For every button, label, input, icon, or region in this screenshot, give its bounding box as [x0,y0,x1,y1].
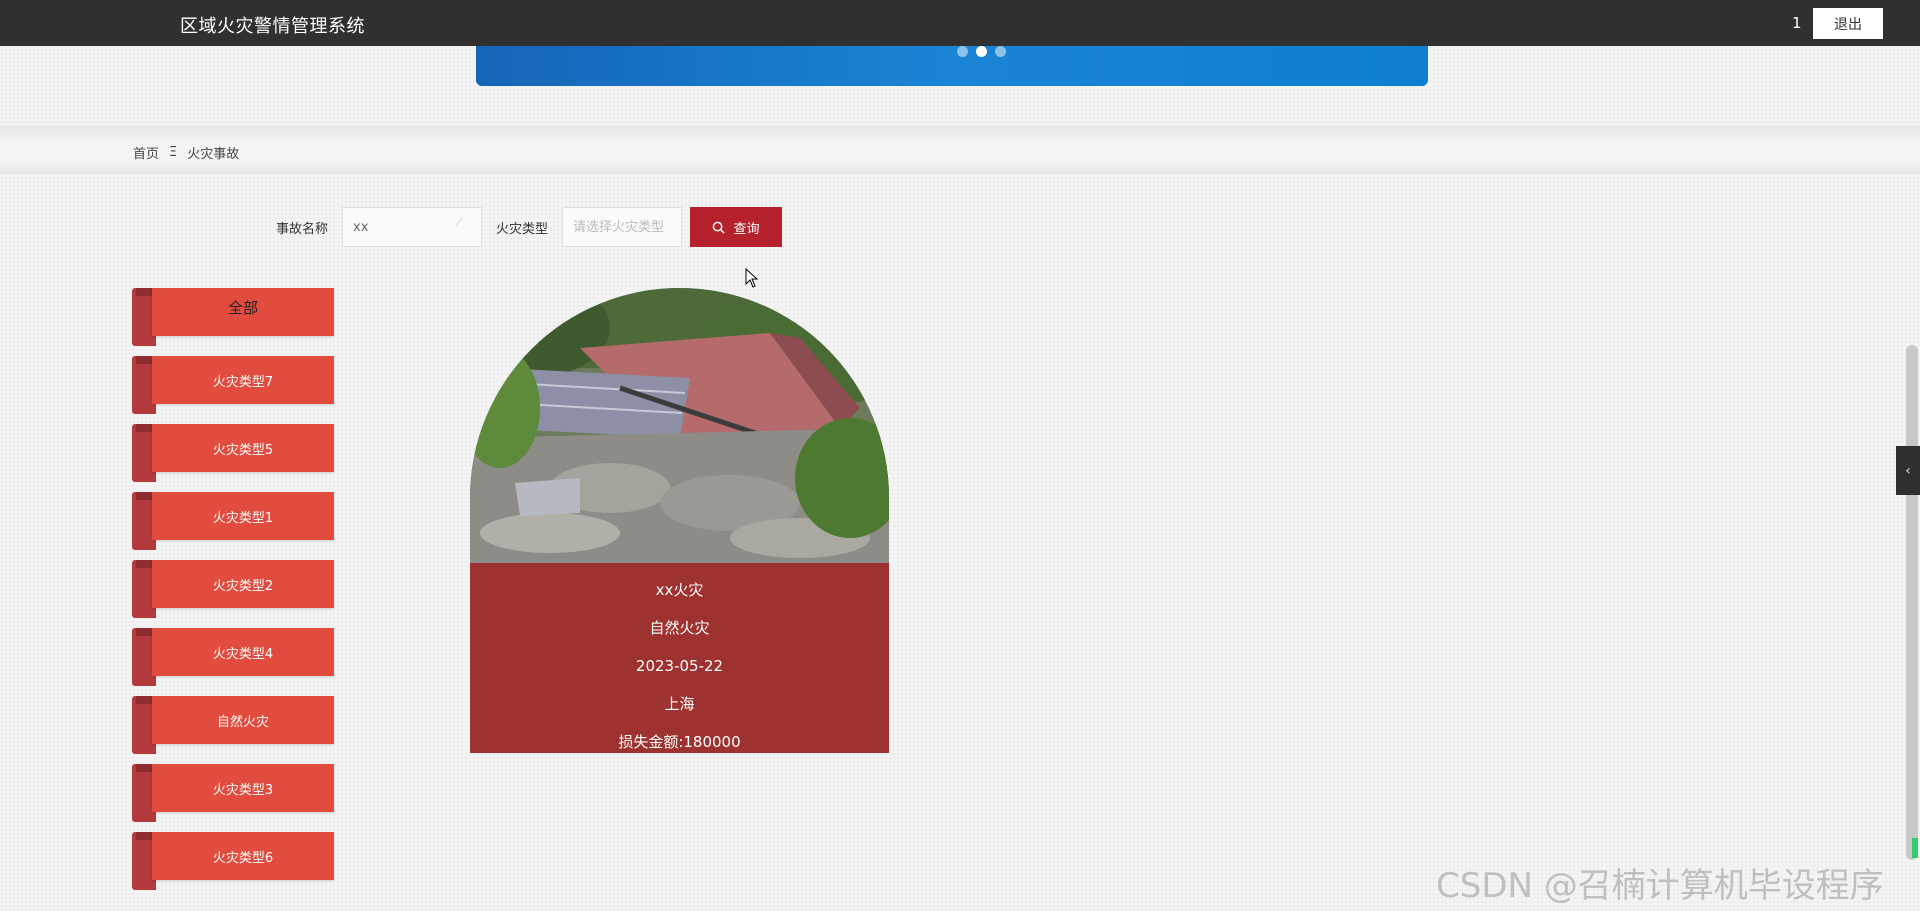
category-label: 火灾类型2 [152,560,334,608]
accident-title: xx火灾 [655,581,704,599]
accident-card-body: xx火灾 自然火灾 2023-05-22 上海 损失金额:180000 [470,563,889,753]
category-item[interactable]: 火灾类型6 [132,832,334,890]
category-item[interactable]: 火灾类型7 [132,356,334,414]
category-item[interactable]: 火灾类型2 [132,560,334,618]
category-label: 火灾类型5 [152,424,334,472]
category-item[interactable]: 火灾类型4 [132,628,334,686]
side-panel-toggle[interactable]: ‹ [1896,446,1920,495]
carousel-dot-3[interactable] [995,46,1006,57]
breadcrumb-separator: Ξ [169,145,178,160]
category-label: 自然火灾 [152,696,334,744]
category-item[interactable]: 火灾类型3 [132,764,334,822]
carousel-dot-1[interactable] [957,46,968,57]
accident-type: 自然火灾 [649,619,710,637]
top-header: 区域火灾警情管理系统 1 退出 [0,0,1920,46]
category-item[interactable]: 自然火灾 [132,696,334,754]
resize-handle-icon: ⟋ [456,217,463,228]
search-icon [713,221,726,234]
category-label: 火灾类型3 [152,764,334,812]
scrollbar-thumb[interactable] [1906,345,1918,860]
fire-type-label: 火灾类型 [496,222,549,237]
scroll-indicator [1912,838,1918,858]
accident-loss: 损失金额:180000 [618,733,741,751]
category-label: 火灾类型4 [152,628,334,676]
accident-date: 2023-05-22 [635,657,724,675]
category-label: 火灾类型7 [152,356,334,404]
chevron-left-icon: ‹ [1905,462,1911,479]
breadcrumb-home[interactable]: 首页 [133,143,159,162]
category-list: 全部 火灾类型7 火灾类型5 火灾类型1 火灾类型2 火灾类型4 自然火灾 火灾… [132,288,334,900]
category-label: 火灾类型1 [152,492,334,540]
collapsed-house-image [470,288,889,563]
logout-button[interactable]: 退出 [1813,8,1883,39]
category-label: 火灾类型6 [152,832,334,880]
banner-carousel [476,46,1428,86]
accident-name-label: 事故名称 [276,222,329,237]
mouse-cursor-icon [745,268,759,288]
user-name: 1 [1792,14,1802,32]
category-label: 全部 [152,288,334,336]
category-item[interactable]: 火灾类型5 [132,424,334,482]
watermark: CSDN @召楠计算机毕设程序 [1436,866,1884,906]
category-item[interactable]: 火灾类型1 [132,492,334,550]
accident-location: 上海 [664,695,695,713]
accident-photo [470,288,889,563]
breadcrumb: 首页 Ξ 火灾事故 [133,143,239,162]
breadcrumb-strip [0,126,1920,174]
category-item-all[interactable]: 全部 [132,288,334,346]
search-button-label: 查询 [733,221,760,237]
accident-card[interactable]: xx火灾 自然火灾 2023-05-22 上海 损失金额:180000 [470,288,889,753]
breadcrumb-current: 火灾事故 [187,147,240,162]
search-button[interactable]: 查询 [690,207,782,247]
carousel-dot-2[interactable] [976,46,987,57]
fire-type-select[interactable] [562,207,682,247]
app-title: 区域火灾警情管理系统 [180,16,365,37]
